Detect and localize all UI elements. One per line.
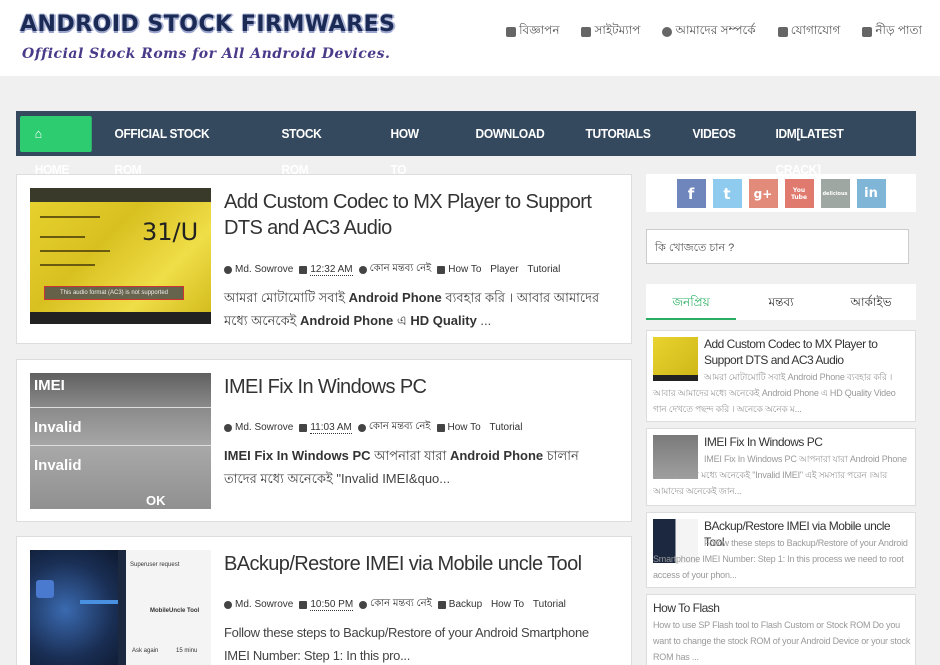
popular-post-item: How To Flash How to use SP Flash tool to…: [646, 594, 916, 665]
tags-icon: [436, 423, 445, 432]
post-title[interactable]: IMEI Fix In Windows PC: [224, 374, 614, 400]
twitter-button[interactable]: t: [712, 179, 742, 208]
user-icon: [224, 265, 232, 274]
popular-post-item: BAckup/Restore IMEI via Mobile uncle Too…: [646, 512, 916, 588]
popular-post-excerpt: আমরা মোটামোটি সবাই Android Phone ব্যবহার…: [653, 372, 896, 414]
post-comments[interactable]: কোন মন্তব্য নেই: [370, 261, 432, 278]
tab-archive[interactable]: আর্কাইভ: [826, 284, 916, 320]
envelope-icon: [777, 27, 788, 37]
post-meta: Md. Sowrove 10:50 PM কোন মন্তব্য নেই Bac…: [224, 596, 566, 613]
home-icon: [862, 27, 873, 37]
calendar-icon: [299, 423, 308, 432]
user-icon: [662, 27, 673, 37]
post-excerpt: আমরা মোটামোটি সবাই Android Phone ব্যবহার…: [224, 290, 600, 328]
main-navbar: ⌂ HOME OFFICIAL STOCK ROM STOCK ROM HOW …: [16, 111, 916, 177]
post-tag[interactable]: Player: [490, 264, 518, 275]
bullhorn-icon: [506, 27, 517, 37]
popular-post-excerpt: IMEI Fix In Windows PC আপনারা যারা Andro…: [653, 454, 907, 496]
post-time[interactable]: 10:50 PM: [310, 599, 354, 611]
topnav-item-sitemap[interactable]: সাইটম্যাপ: [581, 22, 640, 42]
popular-post-item: IMEI Fix In Windows PC IMEI Fix In Windo…: [646, 428, 916, 506]
google-plus-button[interactable]: g+: [748, 179, 778, 208]
post-meta: Md. Sowrove 11:03 AM কোন মন্তব্য নেই How…: [224, 419, 522, 436]
calendar-icon: [299, 265, 308, 274]
top-nav: বিজ্ঞাপন সাইটম্যাপ আমাদের সম্পর্কে যোগায…: [506, 22, 922, 42]
post-time[interactable]: 12:32 AM: [310, 264, 353, 276]
nav-home[interactable]: ⌂ HOME: [20, 115, 93, 177]
post-card: IMEI Invalid Invalid OK IMEI Fix In Wind…: [16, 359, 632, 522]
search-input[interactable]: কি খোজতে চান ?: [646, 229, 909, 264]
post-card: 31/U This audio format (AC3) is not supp…: [16, 174, 632, 344]
post-tag[interactable]: Tutorial: [527, 264, 560, 275]
comment-icon: [359, 600, 368, 609]
post-author[interactable]: Md. Sowrove: [235, 264, 293, 275]
post-title[interactable]: BAckup/Restore IMEI via Mobile uncle Too…: [224, 551, 614, 577]
delicious-button[interactable]: delicious: [820, 179, 850, 208]
youtube-button[interactable]: You Tube: [784, 179, 814, 208]
user-icon: [224, 423, 232, 432]
popular-post-title[interactable]: IMEI Fix In Windows PC: [704, 434, 912, 450]
post-tag[interactable]: How To: [448, 264, 481, 275]
tags-icon: [437, 265, 446, 274]
thumb-certificate-text: 31/U: [142, 218, 199, 246]
popular-post-item: Add Custom Codec to MX Player to Support…: [646, 330, 916, 422]
post-excerpt: Follow these steps to Backup/Restore of …: [224, 625, 589, 663]
tags-icon: [437, 600, 446, 609]
nav-idm[interactable]: IDM[LATEST CRACK]: [759, 116, 904, 177]
topnav-item-ads[interactable]: বিজ্ঞাপন: [506, 22, 559, 42]
post-tag[interactable]: Tutorial: [533, 599, 566, 610]
post-card: Superuser request MobileUncle Tool Ask a…: [16, 536, 632, 665]
nav-videos[interactable]: VIDEOS: [676, 116, 752, 152]
post-thumbnail[interactable]: 31/U This audio format (AC3) is not supp…: [30, 188, 211, 324]
topnav-item-about[interactable]: আমাদের সম্পর্কে: [662, 22, 756, 42]
nav-official-stock-rom[interactable]: OFFICIAL STOCK ROM: [98, 116, 251, 177]
facebook-button[interactable]: f: [676, 179, 706, 208]
nav-stock-rom[interactable]: STOCK ROM: [265, 116, 365, 177]
calendar-icon: [299, 600, 308, 609]
nav-tutorials[interactable]: TUTORIALS: [569, 116, 667, 152]
post-tag[interactable]: How To: [491, 599, 524, 610]
tab-comments[interactable]: মন্তব্য: [736, 284, 826, 320]
thumb-caption: This audio format (AC3) is not supported: [44, 286, 184, 300]
post-title[interactable]: Add Custom Codec to MX Player to Support…: [224, 189, 614, 241]
post-thumbnail[interactable]: IMEI Invalid Invalid OK: [30, 373, 211, 509]
nav-how-to[interactable]: HOW TO: [374, 116, 452, 177]
popular-post-title[interactable]: How To Flash: [653, 600, 861, 616]
post-tag[interactable]: Tutorial: [489, 422, 522, 433]
comment-icon: [358, 265, 367, 274]
post-author[interactable]: Md. Sowrove: [235, 422, 293, 433]
comment-icon: [357, 423, 366, 432]
topnav-item-contact[interactable]: যোগাযোগ: [777, 22, 840, 42]
linkedin-button[interactable]: in: [856, 179, 886, 208]
user-icon: [224, 600, 232, 609]
sitemap-icon: [581, 27, 592, 37]
site-logo-title[interactable]: ANDROID STOCK FIRMWARES: [20, 12, 396, 37]
popular-post-excerpt: Follow these steps to Backup/Restore of …: [653, 538, 908, 580]
post-tag[interactable]: How To: [448, 422, 481, 433]
post-author[interactable]: Md. Sowrove: [235, 599, 293, 610]
post-thumbnail[interactable]: Superuser request MobileUncle Tool Ask a…: [30, 550, 211, 665]
site-tagline: Official Stock Roms for All Android Devi…: [22, 46, 391, 62]
sidebar-tabs: জনপ্রিয় মন্তব্য আর্কাইভ: [646, 284, 916, 320]
popular-post-title[interactable]: Add Custom Codec to MX Player to Support…: [704, 336, 912, 368]
post-meta: Md. Sowrove 12:32 AM কোন মন্তব্য নেই How…: [224, 261, 560, 278]
social-bar: f t g+ You Tube delicious in: [646, 174, 916, 212]
post-comments[interactable]: কোন মন্তব্য নেই: [369, 419, 431, 436]
post-tag[interactable]: Backup: [449, 599, 482, 610]
post-comments[interactable]: কোন মন্তব্য নেই: [370, 596, 432, 613]
post-time[interactable]: 11:03 AM: [310, 422, 352, 434]
popular-post-excerpt: How to use SP Flash tool to Flash Custom…: [653, 620, 911, 662]
topnav-item-home[interactable]: নীড় পাতা: [862, 22, 922, 42]
nav-download[interactable]: DOWNLOAD: [459, 116, 561, 152]
site-header: ANDROID STOCK FIRMWARES Official Stock R…: [0, 0, 940, 76]
tab-popular[interactable]: জনপ্রিয়: [646, 284, 736, 320]
post-excerpt: IMEI Fix In Windows PC আপনারা যারা Andro…: [224, 448, 579, 486]
